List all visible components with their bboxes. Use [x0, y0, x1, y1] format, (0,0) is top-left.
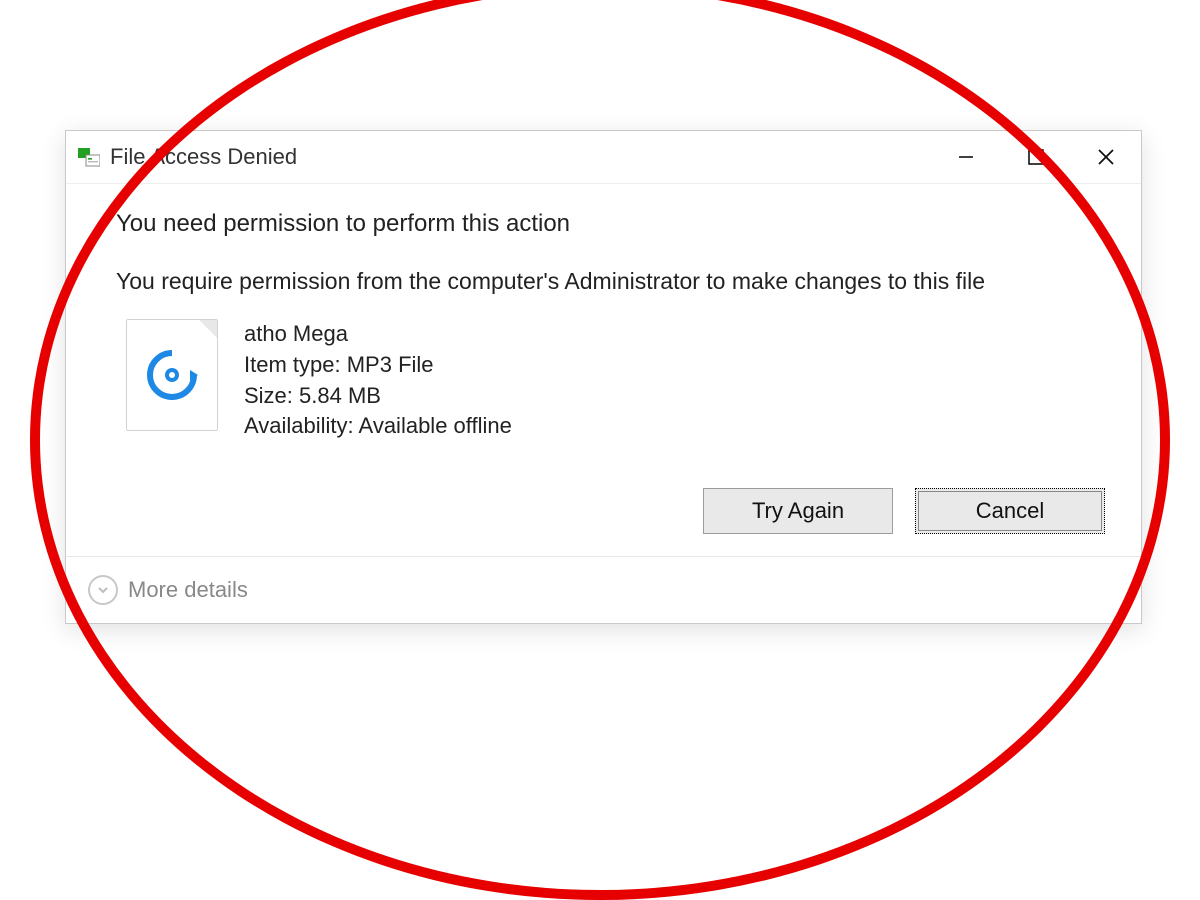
window-title: File Access Denied [110, 144, 297, 170]
minimize-button[interactable] [931, 131, 1001, 183]
file-type-label: Item type: [244, 352, 347, 377]
titlebar: File Access Denied [66, 131, 1141, 184]
file-size-label: Size: [244, 383, 299, 408]
try-again-button[interactable]: Try Again [703, 488, 893, 534]
permission-body: You require permission from the computer… [116, 266, 1105, 297]
more-details-label: More details [128, 577, 248, 603]
file-info-row: atho Mega Item type: MP3 File Size: 5.84… [126, 319, 1105, 442]
file-name: atho Mega [244, 319, 512, 350]
file-availability-label: Availability: [244, 413, 359, 438]
dialog-body: You need permission to perform this acti… [66, 184, 1141, 488]
file-meta: atho Mega Item type: MP3 File Size: 5.84… [244, 319, 512, 442]
file-size-value: 5.84 MB [299, 383, 381, 408]
file-access-denied-dialog: File Access Denied You need permission t… [65, 130, 1142, 624]
chevron-down-icon [88, 575, 118, 605]
more-details-toggle[interactable]: More details [66, 556, 1141, 623]
app-icon [78, 146, 100, 168]
permission-heading: You need permission to perform this acti… [116, 210, 1105, 238]
button-row: Try Again Cancel [66, 488, 1141, 556]
cancel-button[interactable]: Cancel [915, 488, 1105, 534]
file-size-line: Size: 5.84 MB [244, 381, 512, 412]
file-availability-value: Available offline [359, 413, 512, 438]
window-controls [931, 131, 1141, 183]
file-type-line: Item type: MP3 File [244, 350, 512, 381]
file-availability-line: Availability: Available offline [244, 411, 512, 442]
close-button[interactable] [1071, 131, 1141, 183]
maximize-button[interactable] [1001, 131, 1071, 183]
mp3-file-icon [126, 319, 218, 431]
file-type-value: MP3 File [347, 352, 434, 377]
